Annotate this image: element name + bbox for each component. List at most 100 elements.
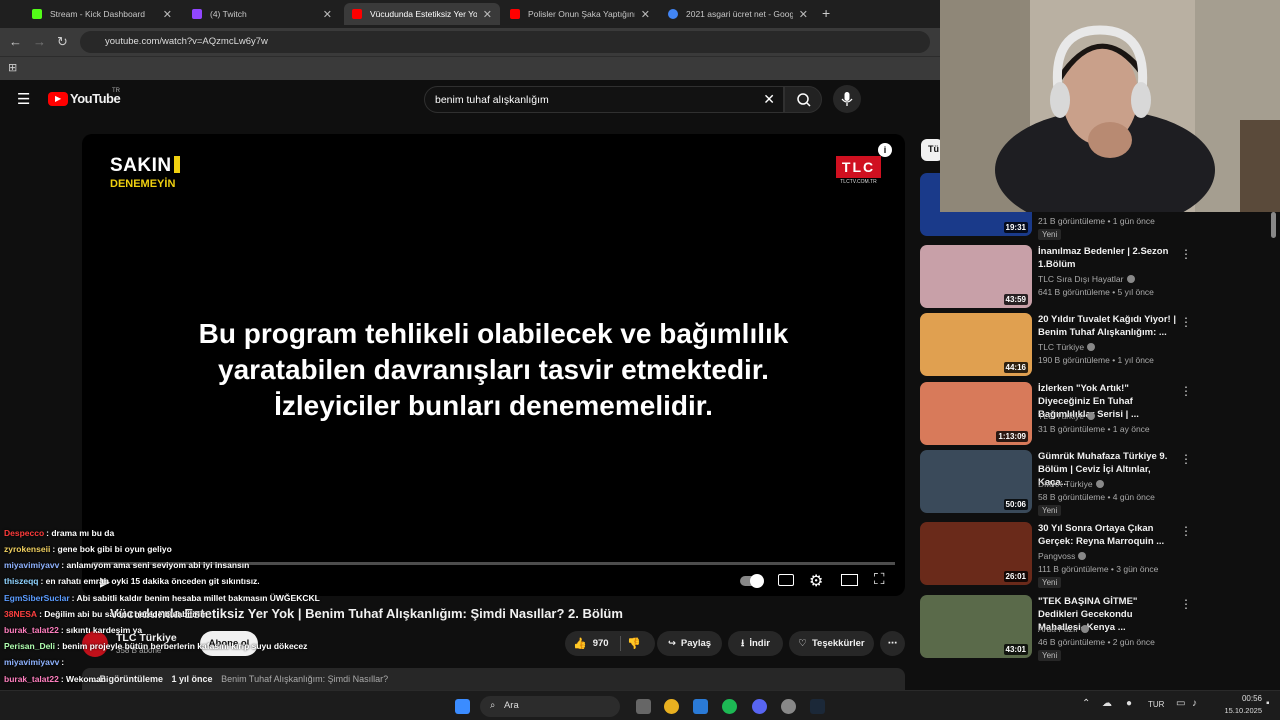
channel-name[interactable]: TLC Türkiye: [1038, 342, 1096, 352]
close-tab-icon[interactable]: ✕: [641, 8, 650, 21]
menu-icon[interactable]: ☰: [17, 90, 30, 108]
spotify-icon[interactable]: [722, 699, 737, 714]
subtitles-icon[interactable]: [778, 574, 794, 586]
close-tab-icon[interactable]: ✕: [323, 8, 332, 21]
voice-search-button[interactable]: [833, 85, 861, 113]
description-snippet: Benim Tuhaf Alışkanlığım: Şimdi Nasıllar…: [221, 674, 389, 684]
video-duration: 26:01: [1003, 571, 1028, 582]
download-icon: ⭳: [741, 637, 745, 649]
video-stats: 58 B görüntüleme • 4 gün önce: [1038, 492, 1155, 502]
more-vertical-icon[interactable]: ⋮: [1180, 384, 1192, 398]
thanks-button[interactable]: ♡ Teşekkürler: [789, 631, 874, 656]
channel-name[interactable]: DMAX Türkiye: [1038, 479, 1104, 489]
chat-username: burak_talat22: [4, 674, 59, 684]
video-player[interactable]: SAKIN DENEMEYİN TLC TLCTV.COM.TR i Bu pr…: [82, 134, 905, 596]
recommended-item[interactable]: 44:16 20 Yıldır Tuvalet Kağıdı Yiyor! | B…: [920, 313, 1280, 377]
download-button[interactable]: ⭳ İndir: [728, 631, 783, 656]
region-code: TR: [112, 88, 120, 94]
more-actions-button[interactable]: ⋯: [880, 631, 905, 656]
more-vertical-icon[interactable]: ⋮: [1180, 524, 1192, 538]
share-icon: ↪: [667, 638, 676, 649]
taskbar-search[interactable]: ⌕ Ara: [480, 696, 620, 717]
language-indicator[interactable]: TUR: [1148, 700, 1164, 709]
clock-date[interactable]: 15.10.2025: [1212, 706, 1262, 715]
search-button[interactable]: [784, 86, 822, 113]
volume-icon[interactable]: ♪: [1192, 698, 1197, 709]
discord-icon[interactable]: [752, 699, 767, 714]
cloud-icon[interactable]: ☁: [1102, 698, 1112, 709]
more-vertical-icon[interactable]: ⋮: [1180, 452, 1192, 466]
video-thumbnail[interactable]: 44:16: [920, 313, 1032, 376]
like-icon[interactable]: 👍: [573, 637, 587, 650]
chrome-icon[interactable]: [664, 699, 679, 714]
new-badge: Yeni: [1038, 505, 1062, 516]
clear-search-icon[interactable]: ✕: [763, 91, 775, 108]
url-input[interactable]: youtube.com/watch?v=AQzmcLw6y7w: [80, 31, 930, 53]
video-thumbnail[interactable]: 43:01: [920, 595, 1032, 658]
chat-username: Despecco: [4, 528, 45, 538]
recommended-item[interactable]: 43:59 İnanılmaz Bedenler | 2.Sezon 1.Bölü…: [920, 245, 1280, 309]
chat-message: thiszeqq: en rahatı emrah oyki 15 dakika…: [4, 576, 260, 586]
reload-icon[interactable]: ↻: [57, 34, 68, 50]
info-icon[interactable]: i: [878, 143, 892, 157]
recommended-item[interactable]: 1:13:09 İzlerken "Yok Artık!" Diyeceğiniz…: [920, 382, 1280, 446]
recommended-item[interactable]: 50:06 Gümrük Muhafaza Türkiye 9. Bölüm | …: [920, 450, 1280, 516]
video-thumbnail[interactable]: 26:01: [920, 522, 1032, 585]
store-icon[interactable]: [693, 699, 708, 714]
browser-tab-kick[interactable]: Stream - Kick Dashboard ✕: [24, 3, 180, 25]
channel-name[interactable]: TLC Türkiye: [1038, 411, 1096, 421]
settings-gear-icon[interactable]: ⚙: [809, 571, 823, 591]
steam-icon[interactable]: [810, 699, 825, 714]
chat-text: : sıkıntı kardeşim ya: [60, 625, 143, 635]
apps-grid-icon[interactable]: ⊞: [8, 61, 17, 74]
more-vertical-icon[interactable]: ⋮: [1180, 315, 1192, 329]
webcam-overlay: [940, 0, 1280, 212]
channel-name[interactable]: Arda Pazır: [1038, 624, 1090, 634]
search-input[interactable]: benim tuhaf alışkanlığım ✕: [424, 86, 784, 113]
forward-icon[interactable]: →: [33, 34, 46, 49]
autoplay-toggle[interactable]: [740, 574, 764, 588]
video-duration: 43:01: [1003, 644, 1028, 655]
video-thumbnail[interactable]: 43:59: [920, 245, 1032, 308]
channel-name[interactable]: TLC Sıra Dışı Hayatlar: [1038, 274, 1135, 284]
mic-tray-icon[interactable]: ●: [1126, 698, 1132, 709]
back-icon[interactable]: ←: [9, 34, 22, 49]
task-view-icon[interactable]: [636, 699, 651, 714]
scrollbar-thumb[interactable]: [1271, 212, 1276, 238]
windows-start-icon[interactable]: [455, 699, 470, 714]
network-icon[interactable]: ▭: [1176, 698, 1185, 709]
clock-time[interactable]: 00:56: [1222, 694, 1262, 703]
browser-tab-twitch[interactable]: (4) Twitch ✕: [184, 3, 340, 25]
more-vertical-icon[interactable]: ⋮: [1180, 247, 1192, 261]
theater-mode-icon[interactable]: [841, 574, 858, 586]
more-vertical-icon[interactable]: ⋮: [1180, 597, 1192, 611]
browser-tab-google[interactable]: 2021 asgari ücret net - Google'd ✕: [660, 3, 816, 25]
video-thumbnail[interactable]: 50:06: [920, 450, 1032, 513]
recommended-item[interactable]: 26:01 30 Yıl Sonra Ortaya Çıkan Gerçek: R…: [920, 522, 1280, 588]
new-tab-icon[interactable]: +: [822, 5, 830, 21]
browser-tab-bar: Stream - Kick Dashboard ✕ (4) Twitch ✕ V…: [0, 0, 940, 28]
share-button[interactable]: ↪ Paylaş: [657, 631, 722, 656]
chat-text: : en rahatı emrah oyki 15 dakika önceden…: [40, 576, 260, 586]
chat-message: burak_talat22: Wekomani: [4, 674, 108, 684]
new-badge: Yeni: [1038, 577, 1062, 588]
youtube-logo-icon[interactable]: ▶: [48, 92, 68, 106]
channel-name[interactable]: Pangvoss: [1038, 551, 1087, 561]
close-tab-icon[interactable]: ✕: [483, 8, 492, 21]
video-title[interactable]: 20 Yıldır Tuvalet Kağıdı Yiyor! | Benim …: [1038, 313, 1176, 339]
close-tab-icon[interactable]: ✕: [163, 8, 172, 21]
recommended-item[interactable]: 43:01 "TEK BAŞINA GİTME" Dedikleri Geceko…: [920, 595, 1280, 661]
tray-chevron-icon[interactable]: ⌃: [1082, 698, 1090, 709]
browser-tab-youtube-active[interactable]: Vücudunda Estetiksiz Yer Yok | Be ✕: [344, 3, 500, 25]
video-title[interactable]: İnanılmaz Bedenler | 2.Sezon 1.Bölüm: [1038, 245, 1176, 271]
app-icon[interactable]: [781, 699, 796, 714]
thanks-heart-icon: ♡: [798, 638, 807, 649]
notification-icon[interactable]: ▪: [1266, 698, 1270, 709]
description-box[interactable]: ...B görüntüleme 1 yıl önce Benim Tuhaf …: [82, 668, 905, 690]
video-title[interactable]: 30 Yıl Sonra Ortaya Çıkan Gerçek: Reyna …: [1038, 522, 1176, 548]
browser-tab-youtube-2[interactable]: Polisler Onun Şaka Yaptığını Sa ✕: [502, 3, 658, 25]
fullscreen-icon[interactable]: ⛶: [874, 571, 885, 588]
close-tab-icon[interactable]: ✕: [799, 8, 808, 21]
dislike-icon[interactable]: 👎: [627, 637, 641, 650]
video-thumbnail[interactable]: 1:13:09: [920, 382, 1032, 445]
